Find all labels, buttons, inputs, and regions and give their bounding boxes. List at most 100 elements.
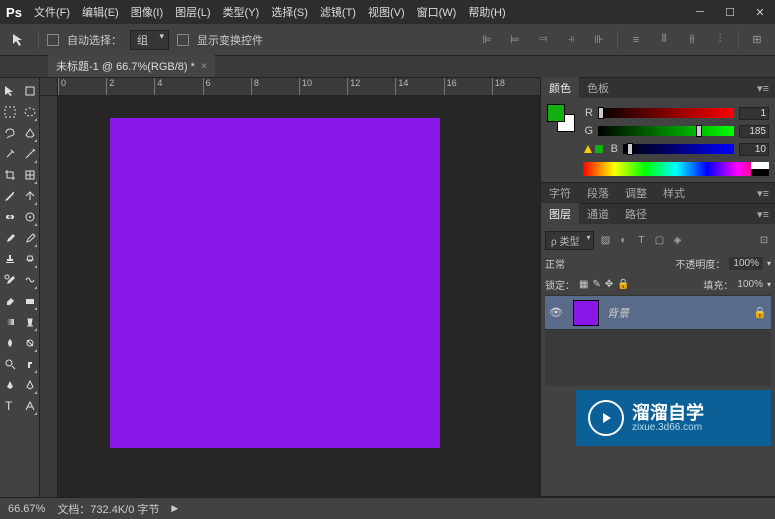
menu-help[interactable]: 帮助(H) bbox=[462, 4, 511, 20]
window-controls: ─ ☐ ✕ bbox=[685, 2, 775, 22]
tab-paths[interactable]: 路径 bbox=[617, 203, 655, 225]
lock-move-icon[interactable]: ✥ bbox=[605, 279, 613, 290]
document-tab[interactable]: 未标题-1 @ 66.7%(RGB/8) * × bbox=[48, 55, 215, 77]
tab-adjustments[interactable]: 调整 bbox=[617, 182, 655, 204]
layer-thumbnail[interactable] bbox=[573, 300, 599, 326]
panel-menu-icon[interactable]: ▾≡ bbox=[751, 187, 775, 200]
fill-value[interactable]: 100% bbox=[737, 279, 763, 290]
menu-file[interactable]: 文件(F) bbox=[28, 4, 76, 20]
tab-channels[interactable]: 通道 bbox=[579, 203, 617, 225]
marquee-tool[interactable] bbox=[0, 101, 40, 122]
layer-row[interactable]: 👁 背景 🔒 bbox=[545, 296, 771, 330]
heal-tool[interactable] bbox=[0, 206, 40, 227]
menu-edit[interactable]: 编辑(E) bbox=[76, 4, 125, 20]
zoom-level[interactable]: 66.67% bbox=[8, 503, 45, 515]
crop-tool[interactable] bbox=[0, 164, 40, 185]
gradient-tool[interactable] bbox=[0, 311, 40, 332]
g-slider[interactable] bbox=[598, 126, 734, 136]
opacity-value[interactable]: 100% bbox=[729, 257, 763, 270]
document-canvas[interactable] bbox=[110, 118, 440, 448]
lock-position-icon[interactable]: ✎ bbox=[592, 279, 600, 290]
filter-smart-icon[interactable]: ◈ bbox=[670, 234, 684, 248]
gamut-warning-icon[interactable] bbox=[583, 144, 603, 154]
menu-select[interactable]: 选择(S) bbox=[265, 4, 314, 20]
filter-type-icon[interactable]: T bbox=[634, 234, 648, 248]
pen-tool[interactable] bbox=[0, 374, 40, 395]
layer-name[interactable]: 背景 bbox=[607, 305, 745, 321]
g-value[interactable] bbox=[739, 125, 769, 138]
menu-image[interactable]: 图像(I) bbox=[125, 4, 169, 20]
tab-character[interactable]: 字符 bbox=[541, 182, 579, 204]
type-tool[interactable]: T bbox=[0, 395, 40, 416]
dodge-tool[interactable] bbox=[0, 353, 40, 374]
b-value[interactable] bbox=[739, 143, 769, 156]
r-slider[interactable] bbox=[598, 108, 734, 118]
ruler-horizontal[interactable]: 024681012141618 bbox=[58, 78, 540, 96]
document-tab-title: 未标题-1 @ 66.7%(RGB/8) * bbox=[56, 58, 195, 74]
r-value[interactable] bbox=[739, 107, 769, 120]
auto-select-dropdown[interactable]: 组 bbox=[130, 30, 169, 50]
filter-toggle[interactable]: ⊡ bbox=[757, 234, 771, 248]
visibility-icon[interactable]: 👁 bbox=[549, 306, 565, 319]
minimize-button[interactable]: ─ bbox=[685, 2, 715, 22]
titlebar: Ps 文件(F) 编辑(E) 图像(I) 图层(L) 类型(Y) 选择(S) 滤… bbox=[0, 0, 775, 24]
menu-window[interactable]: 窗口(W) bbox=[411, 4, 463, 20]
filter-adjust-icon[interactable]: ◐ bbox=[616, 234, 630, 248]
blur-tool[interactable] bbox=[0, 332, 40, 353]
menu-layer[interactable]: 图层(L) bbox=[169, 4, 216, 20]
tab-layers[interactable]: 图层 bbox=[541, 203, 579, 225]
panel-menu-icon[interactable]: ▾≡ bbox=[751, 208, 775, 221]
ruler-vertical[interactable] bbox=[40, 96, 58, 497]
character-panel-collapsed: 字符 段落 调整 样式 ▾≡ bbox=[541, 183, 775, 204]
brush-tool[interactable] bbox=[0, 227, 40, 248]
filter-shape-icon[interactable]: ▢ bbox=[652, 234, 666, 248]
align-icon[interactable]: ⫤ bbox=[533, 30, 553, 50]
menu-type[interactable]: 类型(Y) bbox=[217, 4, 266, 20]
stamp-tool[interactable] bbox=[0, 248, 40, 269]
opacity-label: 不透明度： bbox=[675, 256, 725, 271]
eyedropper-tool[interactable] bbox=[0, 185, 40, 206]
distribute-icon[interactable]: ⫶ bbox=[710, 30, 730, 50]
distribute-icon[interactable]: ⫵ bbox=[682, 30, 702, 50]
fg-bg-swatch[interactable] bbox=[547, 104, 577, 176]
lasso-tool[interactable] bbox=[0, 122, 40, 143]
watermark: 溜溜自学 zixue.3d66.com bbox=[576, 390, 771, 446]
options-icon[interactable]: ⊞ bbox=[747, 30, 767, 50]
panel-menu-icon[interactable]: ▾≡ bbox=[751, 82, 775, 95]
wand-tool[interactable] bbox=[0, 143, 40, 164]
document-info[interactable]: 文档：732.4K/0 字节 bbox=[57, 501, 159, 517]
distribute-icon[interactable]: ≡ bbox=[626, 30, 646, 50]
maximize-button[interactable]: ☐ bbox=[715, 2, 745, 22]
distribute-icon[interactable]: ⫴ bbox=[654, 30, 674, 50]
tab-swatches[interactable]: 色板 bbox=[579, 77, 617, 99]
eraser-tool[interactable] bbox=[0, 290, 40, 311]
history-brush-tool[interactable] bbox=[0, 269, 40, 290]
move-tool-icon bbox=[8, 29, 30, 51]
lock-all-icon[interactable]: 🔒 bbox=[617, 279, 629, 290]
b-slider[interactable] bbox=[623, 144, 734, 154]
tab-color[interactable]: 颜色 bbox=[541, 77, 579, 99]
ruler-origin[interactable] bbox=[40, 78, 58, 96]
layers-panel: 图层 通道 路径 ▾≡ ρ 类型 ▧ ◐ T ▢ ◈ ⊡ 正常 bbox=[541, 204, 775, 497]
lock-pixels-icon[interactable]: ▦ bbox=[579, 279, 588, 290]
align-icon[interactable]: ⊨ bbox=[505, 30, 525, 50]
color-ramp[interactable] bbox=[583, 162, 769, 176]
canvas-area[interactable]: 024681012141618 bbox=[40, 78, 540, 497]
align-icon[interactable]: ⊫ bbox=[477, 30, 497, 50]
menu-filter[interactable]: 滤镜(T) bbox=[314, 4, 362, 20]
align-icon[interactable]: ⫣ bbox=[561, 30, 581, 50]
close-tab-icon[interactable]: × bbox=[201, 61, 207, 72]
menu-view[interactable]: 视图(V) bbox=[362, 4, 411, 20]
blend-mode-dropdown[interactable]: 正常 bbox=[545, 256, 615, 271]
close-button[interactable]: ✕ bbox=[745, 2, 775, 22]
layer-filter-dropdown[interactable]: ρ 类型 bbox=[545, 231, 594, 250]
layers-empty-area[interactable] bbox=[545, 330, 771, 386]
align-icon[interactable]: ⊪ bbox=[589, 30, 609, 50]
show-transform-checkbox[interactable] bbox=[177, 34, 189, 46]
filter-pixel-icon[interactable]: ▧ bbox=[598, 234, 612, 248]
tab-paragraph[interactable]: 段落 bbox=[579, 182, 617, 204]
foreground-swatch[interactable] bbox=[547, 104, 565, 122]
tab-styles[interactable]: 样式 bbox=[655, 182, 693, 204]
move-tool[interactable] bbox=[0, 80, 40, 101]
auto-select-checkbox[interactable] bbox=[47, 34, 59, 46]
